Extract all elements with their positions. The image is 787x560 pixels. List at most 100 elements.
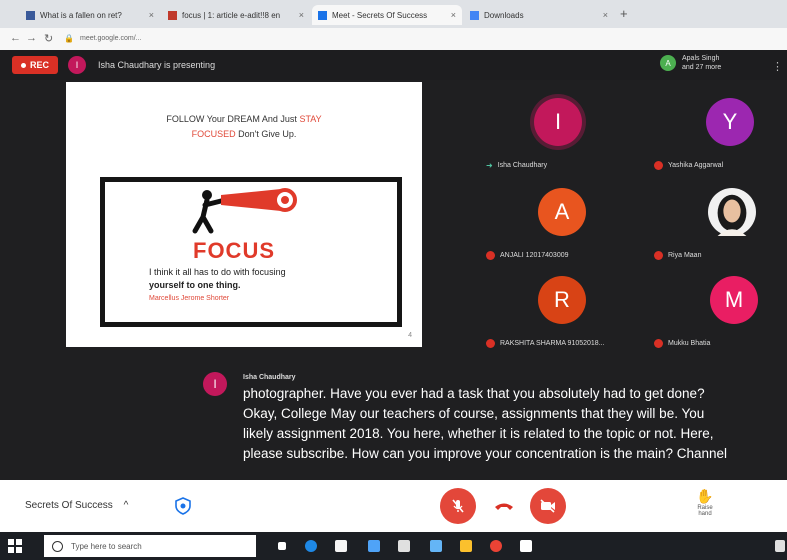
mic-off-icon [486, 339, 495, 348]
store-icon[interactable] [335, 540, 347, 552]
telescope-person-icon [192, 188, 297, 234]
caption-speaker-avatar: I [203, 372, 227, 396]
browser-tab-strip: What is a fallen on ret? × focus | 1: ar… [0, 0, 787, 28]
participant-name: Isha Chaudhary [497, 162, 548, 169]
participant-tile[interactable]: M Mukku Bhatia [640, 270, 787, 350]
app-icon[interactable] [520, 540, 532, 552]
participant-tile[interactable]: Riya Maan [640, 182, 787, 262]
presentation-slide: FOLLOW Your DREAM And Just STAY FOCUSED … [66, 82, 422, 347]
participant-tile[interactable]: A ANJALI 12017403009 [482, 182, 632, 262]
back-icon[interactable]: ← [10, 32, 21, 44]
participant-name: Yashika Aggarwal [668, 162, 724, 169]
meeting-details-button[interactable]: Secrets Of Success ^ [25, 500, 128, 511]
tab-favicon-icon [168, 10, 177, 20]
recording-label: REC [29, 60, 49, 70]
search-placeholder: Type here to search [71, 541, 142, 551]
tab-label: Meet - Secrets Of Success [332, 10, 428, 20]
participant-name: Mukku Bhatia [668, 340, 711, 347]
recording-badge: REC [12, 56, 58, 74]
people-line2: and 27 more [682, 64, 722, 71]
chrome-icon[interactable] [490, 540, 502, 552]
taskbar: Type here to search [0, 532, 787, 560]
camera-off-button[interactable] [530, 488, 566, 524]
app-icon[interactable] [398, 540, 410, 552]
close-tab-icon[interactable]: × [451, 10, 456, 20]
meet-window: REC I Isha Chaudhary is presenting A Apa… [0, 50, 787, 480]
forward-icon[interactable]: → [26, 32, 37, 44]
app-icon[interactable] [775, 540, 785, 552]
hand-icon: ✋ [696, 488, 714, 504]
tab-favicon-icon [26, 10, 35, 20]
tab-label: focus | 1: article e-adit!!8 en [182, 10, 281, 20]
mic-off-icon [452, 499, 464, 513]
mail-icon[interactable] [430, 540, 442, 552]
url-field[interactable]: meet.google.com/... [80, 32, 600, 46]
raise-hand-label: Raise hand [697, 505, 713, 517]
participant-name-row: Yashika Aggarwal [654, 161, 723, 170]
participant-avatar: Y [706, 98, 754, 146]
slide-headline: FOLLOW Your DREAM And Just STAY FOCUSED … [66, 112, 422, 142]
mic-off-button[interactable] [440, 488, 476, 524]
chevron-up-icon: ^ [123, 500, 129, 511]
focus-word: FOCUS [193, 238, 275, 263]
mic-off-icon [654, 339, 663, 348]
participant-avatar: A [660, 55, 676, 71]
participant-avatar: I [534, 98, 582, 146]
shield-icon[interactable] [175, 497, 191, 515]
browser-tab-4[interactable]: Downloads × [464, 5, 614, 25]
slide-page-number: 4 [408, 332, 412, 339]
presenter-indicator: I Isha Chaudhary is presenting [68, 56, 215, 74]
participant-name-row: ➜ Isha Chaudhary [486, 161, 547, 170]
participant-name-row: Riya Maan [654, 251, 701, 260]
slide-line2b: Don't Give Up. [238, 129, 297, 139]
task-view-icon[interactable] [278, 542, 286, 550]
edge-icon[interactable] [305, 540, 317, 552]
more-options-icon[interactable]: ⋮ [772, 60, 783, 73]
participant-name: ANJALI 12017403009 [500, 252, 569, 259]
participant-tile[interactable]: I ➜ Isha Chaudhary [482, 92, 632, 172]
participant-name-row: ANJALI 12017403009 [486, 251, 569, 260]
quote-author: Marcellus Jerome Shorter [149, 295, 230, 302]
meeting-name: Secrets Of Success [25, 500, 113, 511]
people-line1: Apals Singh [682, 55, 720, 62]
caption-line: likely assignment 2018. You here, whethe… [243, 426, 714, 441]
participant-tile[interactable]: Y Yashika Aggarwal [640, 92, 787, 172]
participants-summary[interactable]: A Apals Singh and 27 more [660, 54, 721, 72]
mic-off-icon [486, 251, 495, 260]
participant-name-row: Mukku Bhatia [654, 339, 710, 348]
taskbar-search-box[interactable]: Type here to search [44, 535, 256, 557]
new-tab-button[interactable]: + [620, 6, 628, 21]
browser-tab-1[interactable]: What is a fallen on ret? × [20, 5, 160, 25]
presenter-avatar: I [68, 56, 86, 74]
address-bar: ← → ↻ 🔒 meet.google.com/... [0, 28, 787, 51]
pin-icon: ➜ [486, 161, 493, 170]
caption-line: please subscribe. How can you improve yo… [243, 446, 728, 461]
mic-taskbar-icon[interactable] [245, 540, 249, 552]
reload-icon[interactable]: ↻ [44, 32, 53, 45]
participant-tile[interactable]: R RAKSHITA SHARMA 91052018... [482, 270, 632, 350]
browser-tab-3[interactable]: Meet - Secrets Of Success × [312, 5, 462, 25]
close-tab-icon[interactable]: × [603, 10, 608, 20]
windows-start-icon[interactable] [8, 539, 22, 553]
close-tab-icon[interactable]: × [299, 10, 304, 20]
browser-tab-2[interactable]: focus | 1: article e-adit!!8 en × [162, 5, 310, 25]
app-icon[interactable] [460, 540, 472, 552]
participant-photo [708, 188, 756, 236]
quote-line1: I think it all has to do with focusing [149, 267, 286, 277]
close-tab-icon[interactable]: × [149, 10, 154, 20]
caption-line: photographer. Have you ever had a task t… [243, 386, 705, 401]
slide-line1a: FOLLOW Your DREAM And Just [166, 114, 297, 124]
dropbox-icon[interactable] [368, 540, 380, 552]
raise-hand-button[interactable]: ✋ Raise hand [690, 488, 720, 517]
tab-label: What is a fallen on ret? [40, 10, 122, 20]
record-dot-icon [20, 62, 26, 68]
participant-avatar: M [710, 276, 758, 324]
search-circle-icon [52, 540, 63, 552]
participant-name: Riya Maan [668, 252, 702, 259]
meeting-controls-bar: Secrets Of Success ^ ✋ Raise hand [0, 480, 787, 532]
tab-favicon-icon [470, 10, 479, 20]
tab-label: Downloads [484, 10, 524, 20]
hang-up-button[interactable] [493, 498, 515, 514]
presenting-text: Isha Chaudhary is presenting [98, 60, 216, 70]
tab-favicon-icon [318, 10, 327, 20]
